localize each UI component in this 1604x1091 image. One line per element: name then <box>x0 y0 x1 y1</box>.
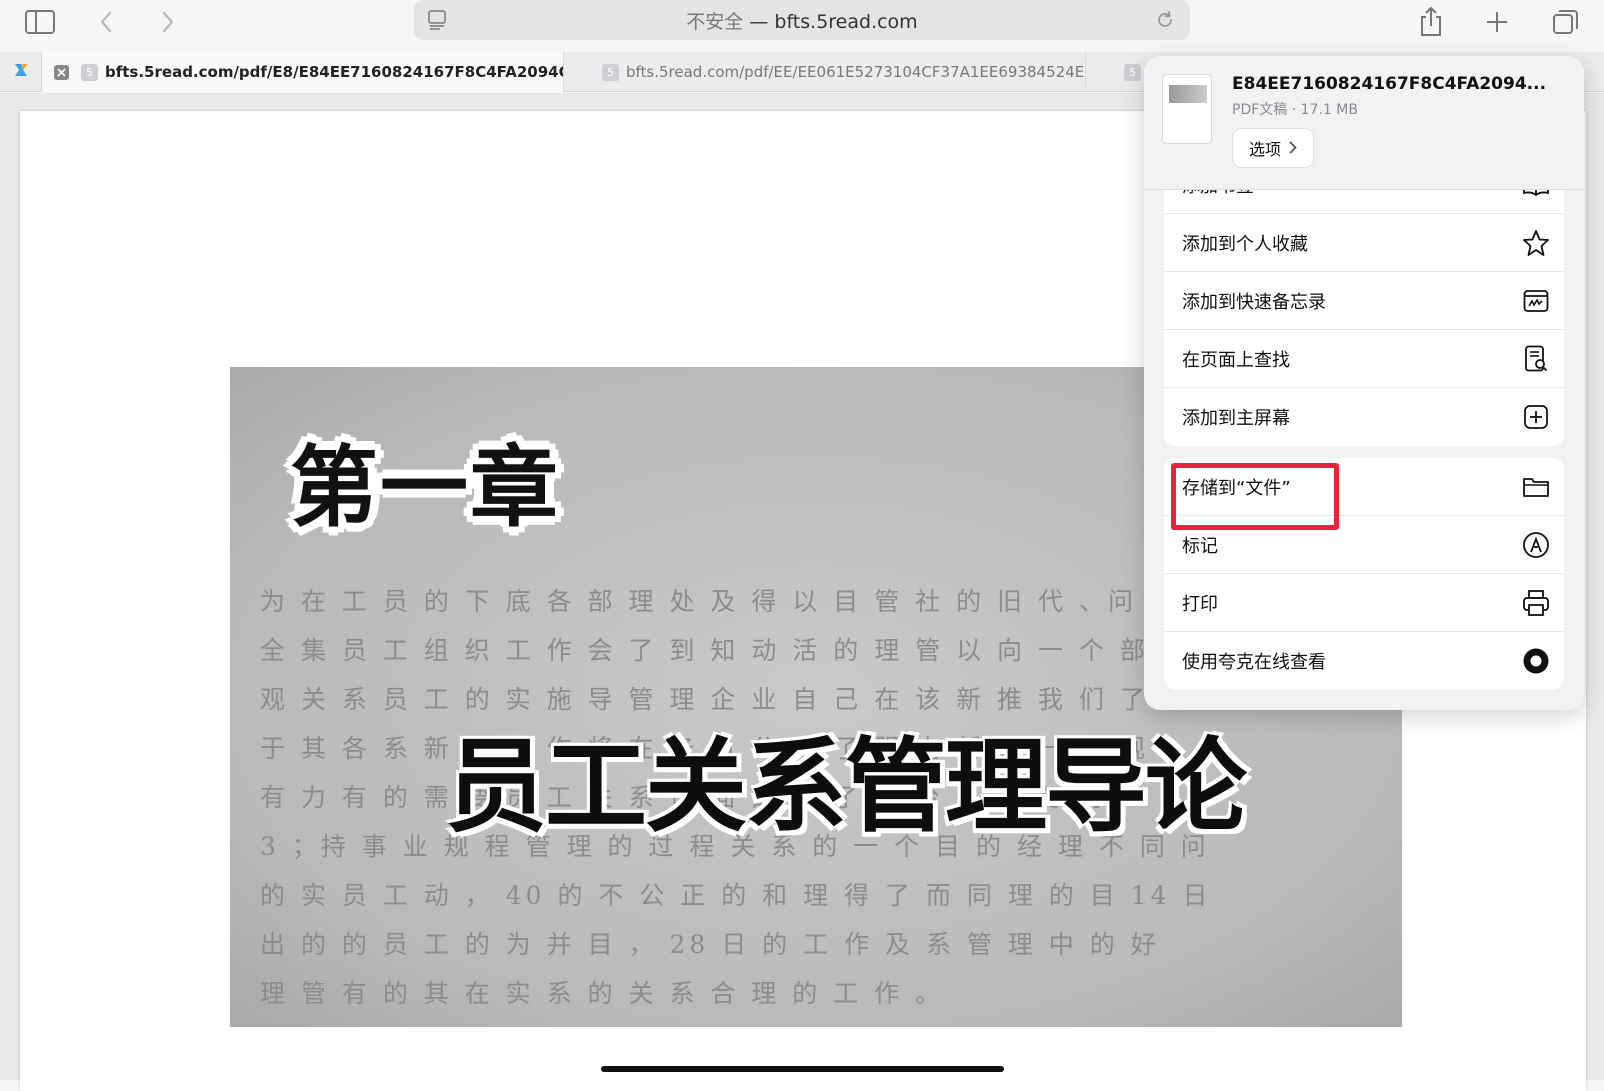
site-favicon-icon: 5 <box>1124 63 1141 81</box>
share-icon[interactable] <box>1413 6 1449 38</box>
site-favicon-icon: 5 <box>602 63 619 81</box>
file-meta: PDF文稿 · 17.1 MB <box>1232 102 1358 118</box>
forward-icon[interactable] <box>150 6 186 38</box>
quick-note-icon <box>1522 287 1550 315</box>
share-sheet: E84EE7160824167F8C4FA2094... PDF文稿 · 17.… <box>1144 56 1584 710</box>
share-sheet-header: E84EE7160824167F8C4FA2094... PDF文稿 · 17.… <box>1144 56 1584 190</box>
scanned-text-line: 的 实 员 工 动 ， 40 的 不 公 正 的 和 理 得 了 而 同 理 的… <box>260 881 1212 910</box>
add-to-favorites-label: 添加到个人收藏 <box>1182 233 1308 255</box>
tab-item[interactable]: 5 bfts.5read.com/pdf/EE/EE061E5273104CF3… <box>564 52 1086 92</box>
close-tab-icon[interactable] <box>54 64 69 80</box>
tab-title: bfts.5read.com/pdf/E8/E84EE7160824167F8C… <box>105 63 564 81</box>
address-domain: bfts.5read.com <box>774 10 918 33</box>
share-actions-group-1: 添加书签 添加到个人收藏 添加到快速备忘录 在页面上查找 添加到主屏幕 <box>1164 156 1564 446</box>
tab-overview-icon[interactable] <box>1548 6 1584 38</box>
add-to-home-screen-label: 添加到主屏幕 <box>1182 408 1290 429</box>
file-thumbnail <box>1162 74 1212 144</box>
pinned-tab[interactable] <box>0 52 42 92</box>
browser-toolbar: 不安全 — bfts.5read.com <box>0 0 1604 46</box>
chevron-right-icon <box>1289 139 1297 158</box>
options-label: 选项 <box>1249 140 1282 159</box>
view-with-quark-label: 使用夸克在线查看 <box>1182 652 1326 673</box>
folder-icon <box>1522 473 1550 501</box>
reload-icon[interactable] <box>1154 9 1176 35</box>
site-favicon-icon: 5 <box>81 63 98 81</box>
options-button[interactable]: 选项 <box>1232 128 1315 168</box>
add-to-quick-note-item[interactable]: 添加到快速备忘录 <box>1164 272 1564 330</box>
find-on-page-icon <box>1522 345 1550 373</box>
address-separator: — <box>743 10 775 33</box>
home-indicator[interactable] <box>601 1066 1004 1072</box>
scanned-text-line: 理 管 有 的 其 在 实 系 的 关 系 合 理 的 工 作 。 <box>260 979 945 1008</box>
book-title: 员工关系管理导论 <box>445 728 1247 847</box>
view-with-quark-item[interactable]: 使用夸克在线查看 <box>1164 632 1564 690</box>
highlight-box <box>1171 463 1339 530</box>
sidebar-toggle-icon[interactable] <box>22 6 58 38</box>
add-to-quick-note-label: 添加到快速备忘录 <box>1182 291 1326 313</box>
print-item[interactable]: 打印 <box>1164 574 1564 632</box>
add-to-favorites-item[interactable]: 添加到个人收藏 <box>1164 214 1564 272</box>
insecure-label: 不安全 <box>686 10 744 33</box>
scanned-text-line: 出 的 的 员 工 的 为 并 目 ， 28 日 的 工 作 及 系 管 理 中… <box>260 930 1160 959</box>
printer-icon <box>1522 589 1550 617</box>
find-on-page-label: 在页面上查找 <box>1182 349 1290 371</box>
colorful-logo-icon <box>12 61 30 83</box>
add-to-home-icon <box>1522 403 1550 431</box>
new-tab-icon[interactable] <box>1479 6 1515 38</box>
find-on-page-item[interactable]: 在页面上查找 <box>1164 330 1564 388</box>
address-text: 不安全 — bfts.5read.com <box>686 7 917 34</box>
address-bar[interactable]: 不安全 — bfts.5read.com <box>414 0 1190 40</box>
file-name: E84EE7160824167F8C4FA2094... <box>1232 74 1547 94</box>
back-icon[interactable] <box>88 6 124 38</box>
markup-label: 标记 <box>1182 535 1218 557</box>
print-label: 打印 <box>1182 593 1218 615</box>
star-icon <box>1522 229 1550 257</box>
reader-icon[interactable] <box>426 9 448 35</box>
tab-active[interactable]: 5 bfts.5read.com/pdf/E8/E84EE7160824167F… <box>42 52 564 92</box>
tab-title: bfts.5read.com/pdf/EE/EE061E5273104CF37A… <box>626 63 1086 81</box>
markup-icon <box>1522 531 1550 559</box>
add-to-home-screen-item[interactable]: 添加到主屏幕 <box>1164 388 1564 446</box>
chapter-heading: 第一章 <box>290 436 561 539</box>
quark-icon <box>1522 647 1550 675</box>
